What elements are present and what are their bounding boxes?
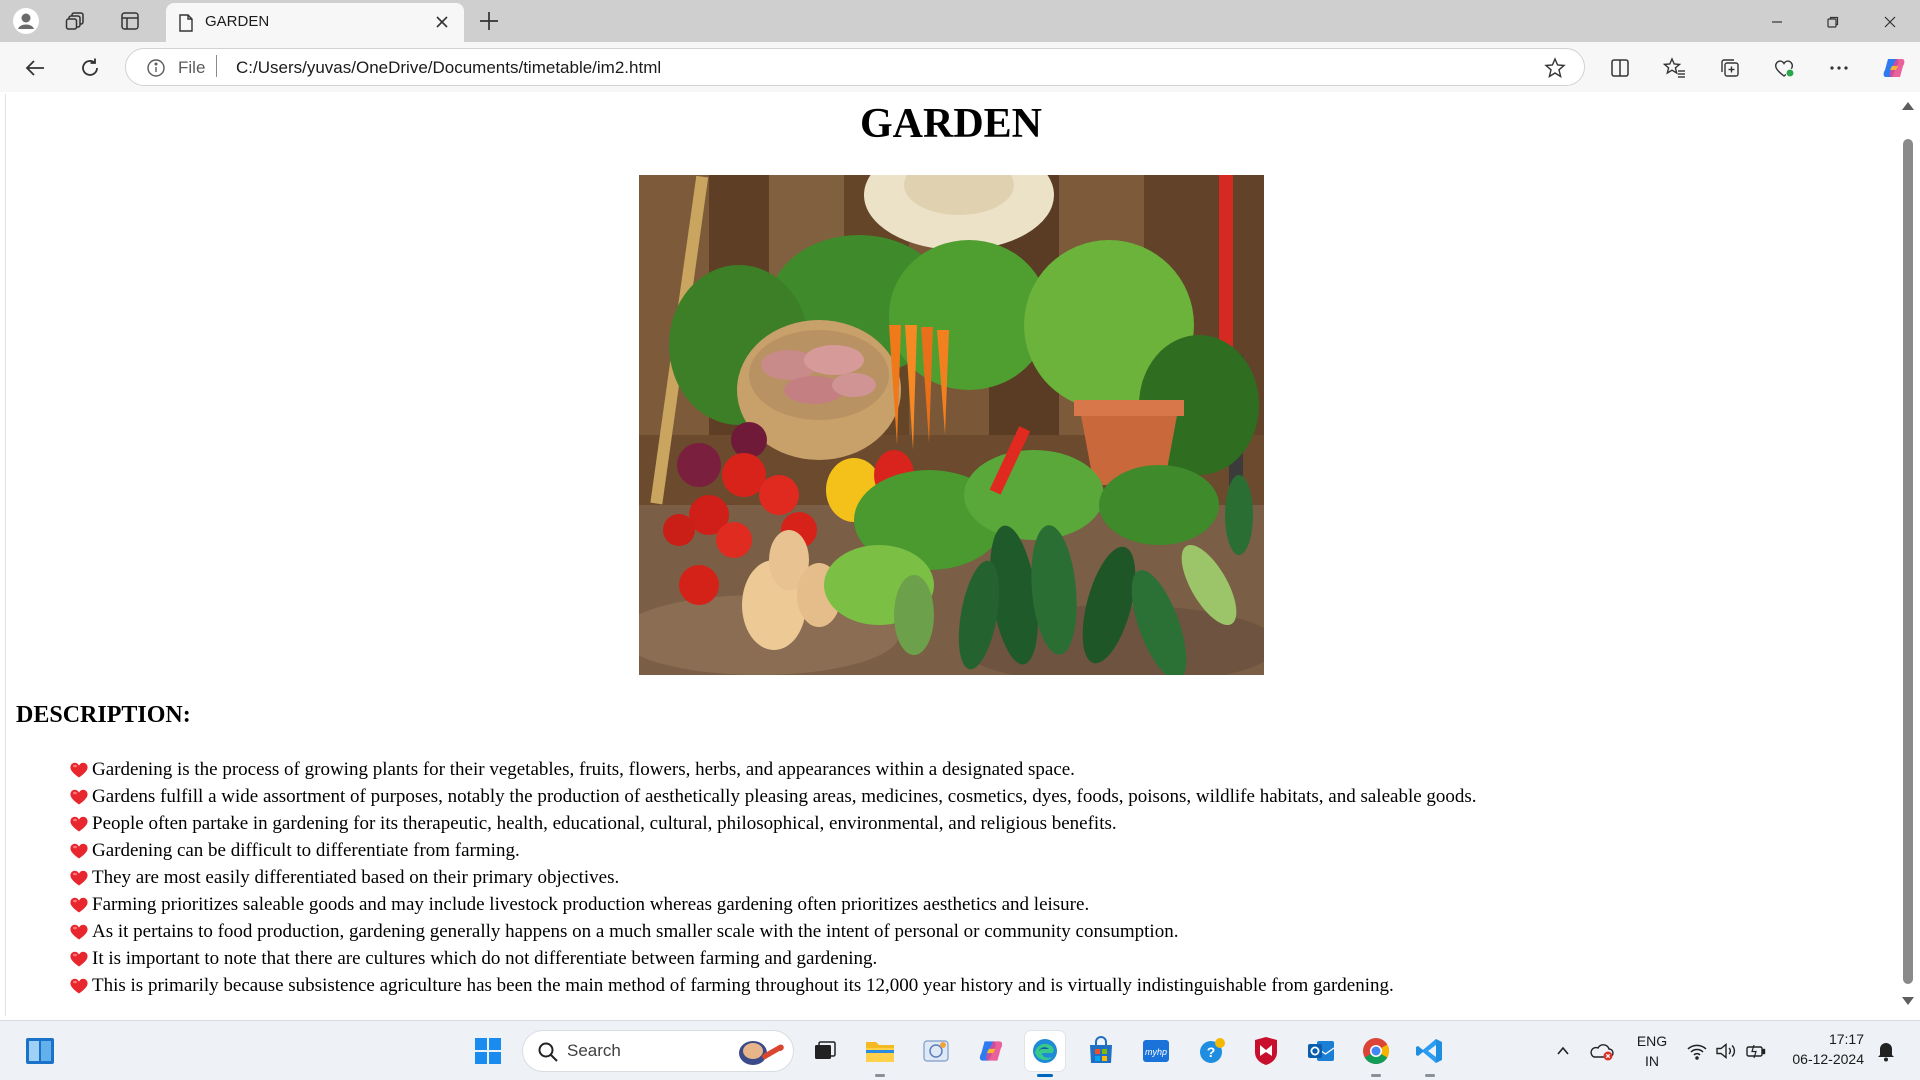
page-viewport: GARDEN DESCRIPTION: Gardening is the pro… <box>5 94 1900 1016</box>
restore-icon[interactable] <box>1813 8 1853 36</box>
input-language[interactable]: ENG <box>1630 1033 1674 1049</box>
search-label: Search <box>567 1041 621 1060</box>
heart-icon <box>70 816 88 831</box>
refresh-icon[interactable] <box>75 53 105 83</box>
mcafee-icon[interactable] <box>1246 1031 1286 1071</box>
list-item-text: Farming prioritizes saleable goods and m… <box>92 893 1090 915</box>
heart-icon <box>70 951 88 966</box>
collections-icon[interactable] <box>1714 53 1746 83</box>
get-help-icon[interactable]: ? <box>1192 1031 1232 1071</box>
split-screen-icon[interactable] <box>1604 53 1636 83</box>
list-item-text: Gardening can be difficult to differenti… <box>92 839 520 861</box>
document-icon <box>178 14 194 36</box>
garden-vegetables-image <box>639 175 1264 675</box>
scrollbar-thumb[interactable] <box>1903 139 1913 984</box>
profile-icon[interactable] <box>10 6 42 36</box>
list-item-text: Gardens fulfill a wide assortment of pur… <box>92 785 1477 807</box>
heart-icon <box>70 843 88 858</box>
list-item-text: Gardening is the process of growing plan… <box>92 758 1075 780</box>
file-explorer-icon[interactable] <box>860 1031 900 1077</box>
edge-browser-icon[interactable] <box>1025 1031 1065 1077</box>
heart-icon <box>70 870 88 885</box>
close-tab-icon[interactable] <box>434 14 450 34</box>
tab-title: GARDEN <box>205 13 270 30</box>
minimize-icon[interactable] <box>1757 8 1797 36</box>
widgets-icon[interactable] <box>20 1031 60 1071</box>
taskbar-search[interactable]: Search <box>522 1030 794 1072</box>
search-highlight-icon <box>733 1035 789 1073</box>
vertical-scrollbar[interactable] <box>1896 94 1920 1016</box>
favorites-icon[interactable] <box>1659 53 1691 83</box>
show-hidden-icons-chevron-icon[interactable] <box>1543 1031 1583 1071</box>
url-text[interactable]: C:/Users/yuvas/OneDrive/Documents/timeta… <box>236 58 661 78</box>
microsoft-store-icon[interactable] <box>1081 1031 1121 1071</box>
list-item-text: It is important to note that there are c… <box>92 947 878 969</box>
windows-taskbar: Search myhp ? ENG IN 17:17 06-12-2024 <box>0 1020 1920 1080</box>
vertical-tabs-icon[interactable] <box>114 6 146 36</box>
list-item-text: As it pertains to food production, garde… <box>92 920 1179 942</box>
list-item: Gardens fulfill a wide assortment of pur… <box>69 783 1477 810</box>
svg-text:myhp: myhp <box>1145 1047 1167 1057</box>
close-window-icon[interactable] <box>1870 8 1910 36</box>
copilot-taskbar-icon[interactable] <box>971 1031 1011 1071</box>
browser-tab-bar: GARDEN <box>0 0 1920 42</box>
myhp-icon[interactable]: myhp <box>1136 1031 1176 1071</box>
favorite-star-icon[interactable] <box>1544 57 1566 83</box>
workspaces-icon[interactable] <box>60 6 92 36</box>
heart-icon <box>70 897 88 912</box>
back-icon[interactable] <box>20 53 50 83</box>
active-tab[interactable]: GARDEN <box>166 3 464 42</box>
list-item-text: They are most easily differentiated base… <box>92 866 620 888</box>
list-item: It is important to note that there are c… <box>69 945 1477 972</box>
vscode-icon[interactable] <box>1410 1031 1450 1077</box>
scroll-down-icon[interactable] <box>1902 997 1914 1005</box>
page-title: GARDEN <box>859 101 1042 147</box>
search-icon <box>537 1041 559 1067</box>
svg-text:?: ? <box>1207 1044 1216 1060</box>
description-heading: DESCRIPTION: <box>16 702 191 728</box>
running-indicator <box>1425 1074 1435 1077</box>
onedrive-error-icon[interactable] <box>1582 1031 1622 1071</box>
address-bar[interactable]: File C:/Users/yuvas/OneDrive/Documents/t… <box>125 48 1585 86</box>
heart-icon <box>70 978 88 993</box>
photos-app-icon[interactable] <box>916 1031 956 1071</box>
list-item-text: People often partake in gardening for it… <box>92 812 1117 834</box>
clock-date[interactable]: 06-12-2024 <box>1778 1051 1864 1067</box>
input-region[interactable]: IN <box>1630 1053 1674 1069</box>
start-icon[interactable] <box>468 1031 508 1071</box>
url-separator <box>216 55 217 77</box>
list-item-text: This is primarily because subsistence ag… <box>92 974 1394 996</box>
browser-essentials-icon[interactable] <box>1768 53 1800 83</box>
list-item: As it pertains to food production, garde… <box>69 918 1477 945</box>
heart-icon <box>70 924 88 939</box>
url-scheme-label: File <box>178 58 206 77</box>
scroll-up-icon[interactable] <box>1902 102 1914 110</box>
heart-icon <box>70 762 88 777</box>
clock-time[interactable]: 17:17 <box>1778 1031 1864 1047</box>
more-options-icon[interactable] <box>1823 53 1855 83</box>
chrome-icon[interactable] <box>1356 1031 1396 1077</box>
list-item: Gardening is the process of growing plan… <box>69 756 1477 783</box>
outlook-icon[interactable] <box>1301 1031 1341 1071</box>
heart-icon <box>70 789 88 804</box>
notification-bell-icon[interactable] <box>1866 1031 1906 1071</box>
info-icon[interactable] <box>146 58 166 82</box>
running-indicator <box>875 1074 885 1077</box>
description-list: Gardening is the process of growing plan… <box>69 756 1477 999</box>
browser-toolbar: File C:/Users/yuvas/OneDrive/Documents/t… <box>0 42 1920 92</box>
running-indicator <box>1371 1074 1381 1077</box>
copilot-icon[interactable] <box>1878 53 1910 83</box>
list-item: Gardening can be difficult to differenti… <box>69 837 1477 864</box>
active-indicator <box>1037 1074 1053 1077</box>
new-tab-icon[interactable] <box>476 8 502 38</box>
task-view-icon[interactable] <box>805 1031 845 1071</box>
battery-charging-icon[interactable] <box>1736 1031 1776 1071</box>
list-item: People often partake in gardening for it… <box>69 810 1477 837</box>
list-item: They are most easily differentiated base… <box>69 864 1477 891</box>
list-item: This is primarily because subsistence ag… <box>69 972 1477 999</box>
list-item: Farming prioritizes saleable goods and m… <box>69 891 1477 918</box>
